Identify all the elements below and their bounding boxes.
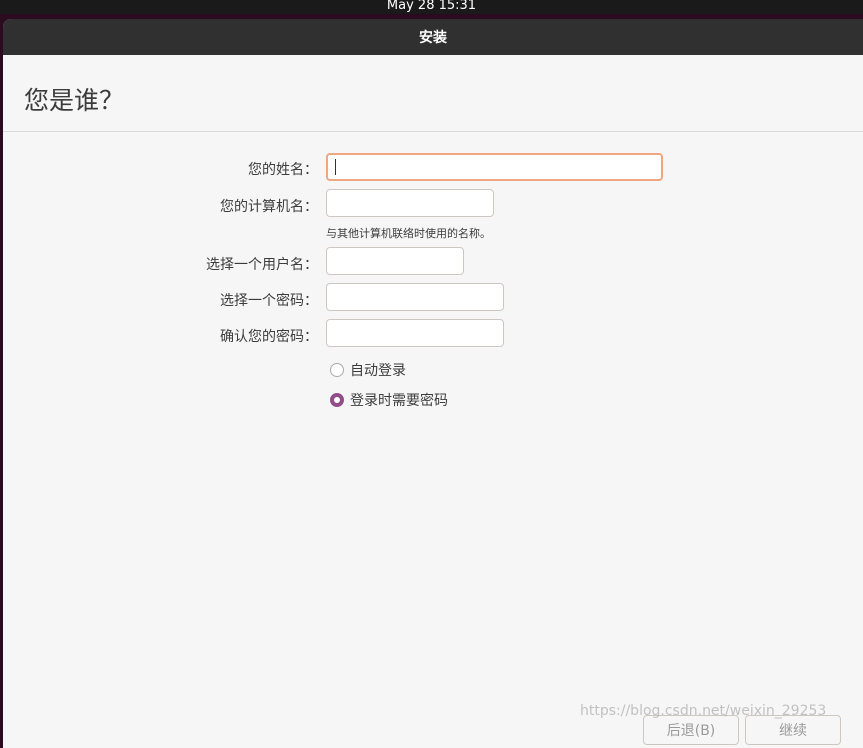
computer-name-hint: 与其他计算机联络时使用的名称。 [326, 227, 491, 240]
continue-button[interactable]: 继续 [745, 715, 841, 745]
auto-login-option[interactable]: 自动登录 [330, 360, 406, 380]
username-label: 选择一个用户名： [206, 257, 318, 273]
password-label: 选择一个密码： [220, 293, 318, 309]
auto-login-radio[interactable] [330, 363, 344, 377]
require-password-option[interactable]: 登录时需要密码 [330, 390, 448, 410]
computer-name-input[interactable] [326, 189, 494, 217]
password-input[interactable] [326, 283, 504, 311]
installer-window: 安装 您是谁？ 您的姓名： 您的计算机名： 与其他计算机联络时使用的名称。 选择… [3, 19, 863, 748]
confirm-password-label: 确认您的密码： [220, 329, 318, 345]
top-bar: May 28 15:31 [0, 0, 863, 14]
window-titlebar: 安装 [3, 19, 863, 55]
auto-login-label: 自动登录 [350, 363, 406, 379]
require-password-label: 登录时需要密码 [350, 393, 448, 409]
name-label: 您的姓名： [248, 162, 318, 178]
window-title: 安装 [419, 30, 447, 46]
confirm-password-input[interactable] [326, 319, 504, 347]
back-button[interactable]: 后退(B) [643, 715, 739, 745]
username-input[interactable] [326, 247, 464, 275]
computer-name-label: 您的计算机名： [220, 199, 318, 215]
clock[interactable]: May 28 15:31 [387, 0, 476, 13]
name-input[interactable] [326, 153, 663, 181]
require-password-radio[interactable] [330, 393, 344, 407]
page-title: 您是谁？ [24, 86, 125, 115]
text-caret [335, 159, 336, 175]
page-header: 您是谁？ [3, 55, 863, 132]
